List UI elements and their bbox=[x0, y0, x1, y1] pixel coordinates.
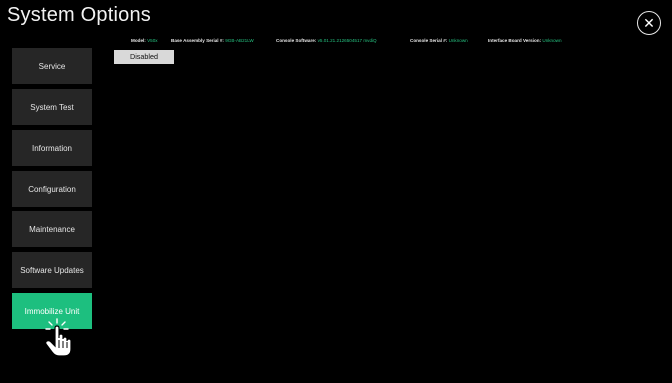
info-base-serial: Base Assembly Serial #: 9GB-AB21LW bbox=[171, 38, 254, 43]
close-icon: ✕ bbox=[643, 14, 655, 31]
sidebar-item-information[interactable]: Information bbox=[12, 130, 92, 166]
sidebar-item-configuration[interactable]: Configuration bbox=[12, 171, 92, 207]
info-console-software: Console Software: v5.01.21.2126504517 mv… bbox=[276, 38, 377, 43]
status-badge: Disabled bbox=[114, 50, 174, 64]
info-model: Model: V50x bbox=[131, 38, 158, 43]
sidebar-item-maintenance[interactable]: Maintenance bbox=[12, 211, 92, 247]
info-console-serial: Console Serial #: Unknown bbox=[410, 38, 468, 43]
info-interface-board: Interface Board Version: Unknown bbox=[488, 38, 562, 43]
page-title: System Options bbox=[7, 4, 151, 26]
sidebar-item-system-test[interactable]: System Test bbox=[12, 89, 92, 125]
sidebar-item-service[interactable]: Service bbox=[12, 48, 92, 84]
sidebar-item-software-updates[interactable]: Software Updates bbox=[12, 252, 92, 288]
close-button[interactable]: ✕ bbox=[637, 11, 661, 35]
hand-pointer-cursor-icon bbox=[45, 318, 72, 357]
